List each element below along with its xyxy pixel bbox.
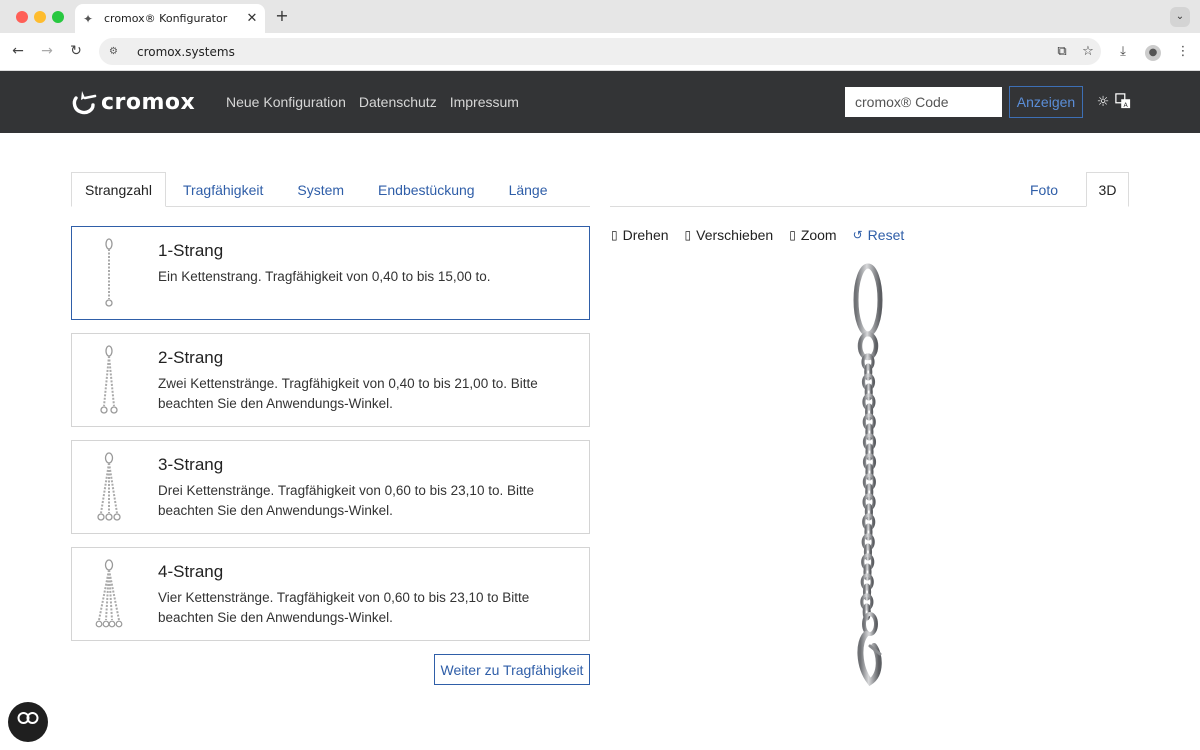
reset-view-button[interactable]: ↺ Reset [853,227,905,243]
close-window-button[interactable] [16,11,28,23]
svg-text:A: A [1124,102,1129,109]
tab-tragfaehigkeit[interactable]: Tragfähigkeit [166,172,280,207]
browser-menu-icon[interactable]: ⋮ [1172,41,1194,63]
browser-tab-strip: ✦ cromox® Konfigurator ✕ + ⌄ [0,0,1200,33]
rotate-label: Drehen [622,227,669,243]
download-icon[interactable]: ⤓ [1112,41,1134,63]
theme-sun-icon[interactable]: ☼ [1094,93,1112,111]
tab-foto[interactable]: Foto [1030,172,1058,207]
nav-new-configuration[interactable]: Neue Konfiguration [226,94,346,110]
strand-option-2[interactable]: 2-Strang Zwei Kettenstränge. Tragfähigke… [71,333,590,427]
reset-icon: ↺ [852,228,863,242]
close-tab-icon[interactable]: ✕ [243,10,261,28]
help-chat-button[interactable] [8,702,48,742]
browser-tab[interactable]: ✦ cromox® Konfigurator ✕ [75,4,265,33]
view-mode-tabs: Foto 3D [610,172,1129,207]
browser-toolbar: ← → ↻ ⚙ cromox.systems ⧉ ☆ ⤓ ● ⋮ [0,33,1200,71]
strand-title: 1-Strang [158,241,224,260]
three-strand-chain-icon [97,452,121,521]
nav-privacy[interactable]: Datenschutz [359,94,437,110]
chain-3d-viewer[interactable] [800,262,940,690]
reload-icon[interactable]: ↻ [66,41,86,61]
strand-option-4[interactable]: 4-Strang Vier Kettenstränge. Tragfähigke… [71,547,590,641]
reset-label: Reset [867,227,905,243]
main-nav: Neue Konfiguration Datenschutz Impressum [226,94,519,110]
pan-hint: ▯ Verschieben [685,227,774,243]
tab-laenge[interactable]: Länge [492,172,565,207]
forward-arrow-icon[interactable]: → [37,41,57,61]
browser-tab-title: cromox® Konfigurator [104,12,228,25]
strand-description: Drei Kettenstränge. Tragfähigkeit von 0,… [158,483,534,518]
strand-description: Zwei Kettenstränge. Tragfähigkeit von 0,… [158,376,538,411]
end-hook [857,612,882,687]
translate-glyph-icon: A [1115,93,1131,109]
mouse-right-icon: ▯ [684,228,692,242]
tab-search-chevron-icon[interactable]: ⌄ [1170,7,1190,27]
show-code-button[interactable]: Anzeigen [1009,86,1083,118]
strand-option-1[interactable]: 1-Strang Ein Kettenstrang. Tragfähigkeit… [71,226,590,320]
cromox-code-input[interactable] [845,87,1002,117]
four-strand-chain-icon [95,559,123,628]
zoom-label: Zoom [800,227,837,243]
nav-imprint[interactable]: Impressum [450,94,519,110]
zoom-hint: ▯ Zoom [789,227,836,243]
rotate-hint: ▯ Drehen [611,227,669,243]
new-tab-button[interactable]: + [272,6,292,26]
link-loop-icon [17,712,39,724]
minimize-window-button[interactable] [34,11,46,23]
config-step-tabs: Strangzahl Tragfähigkeit System Endbestü… [71,172,590,207]
pan-label: Verschieben [696,227,774,243]
bookmark-star-icon[interactable]: ☆ [1075,44,1101,59]
cromox-logo[interactable]: cromox [71,87,195,117]
install-app-icon[interactable]: ⧉ [1049,44,1075,59]
url-text[interactable]: cromox.systems [137,45,1049,59]
maximize-window-button[interactable] [52,11,64,23]
profile-avatar-icon[interactable]: ● [1142,41,1164,63]
mouse-left-icon: ▯ [611,228,618,242]
cromox-logo-mark-icon [72,91,97,115]
strand-title: 3-Strang [158,455,224,474]
strand-title: 4-Strang [158,562,224,581]
viewer-controls: ▯ Drehen ▯ Verschieben ▯ Zoom ↺ Reset [611,227,904,243]
address-bar[interactable]: ⚙ cromox.systems ⧉ ☆ [99,38,1101,65]
master-link [853,263,883,337]
tab-strangzahl[interactable]: Strangzahl [71,172,166,207]
tab-system[interactable]: System [280,172,361,207]
back-arrow-icon[interactable]: ← [8,41,28,61]
strand-description: Ein Kettenstrang. Tragfähigkeit von 0,40… [158,269,491,284]
tab-endbestueckung[interactable]: Endbestückung [361,172,492,207]
mouse-wheel-icon: ▯ [789,228,796,242]
site-info-icon[interactable]: ⚙ [109,46,125,57]
next-to-capacity-button[interactable]: Weiter zu Tragfähigkeit [434,654,590,685]
one-strand-chain-icon [105,238,113,307]
two-strand-chain-icon [100,345,118,414]
strand-description: Vier Kettenstränge. Tragfähigkeit von 0,… [158,590,530,625]
favicon-icon: ✦ [83,11,94,26]
chain-strand [860,353,877,621]
logo-text: cromox [101,89,196,115]
strand-option-3[interactable]: 3-Strang Drei Kettenstränge. Tragfähigke… [71,440,590,534]
tab-3d[interactable]: 3D [1086,172,1129,207]
site-header: cromox Neue Konfiguration Datenschutz Im… [0,71,1200,133]
strand-title: 2-Strang [158,348,224,367]
language-translate-icon[interactable]: A [1114,93,1132,111]
